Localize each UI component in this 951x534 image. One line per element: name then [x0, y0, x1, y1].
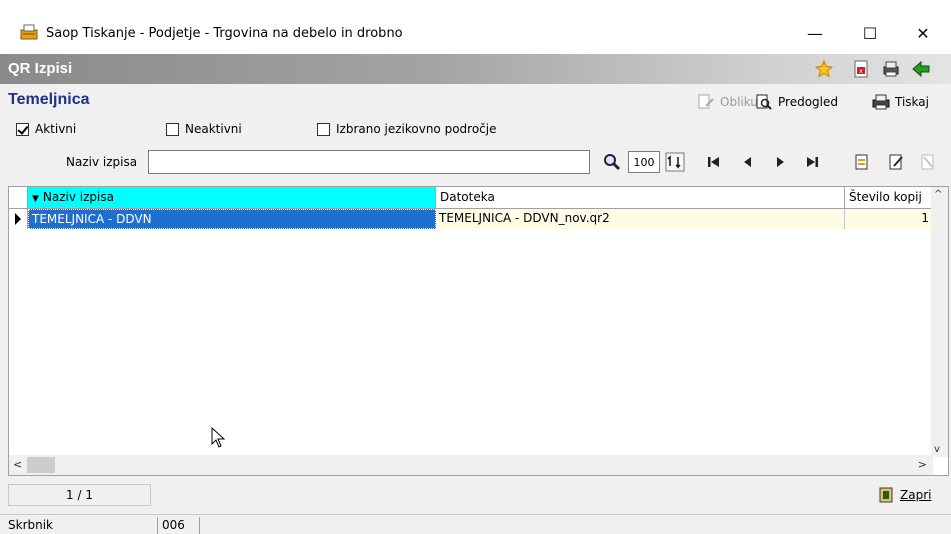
horizontal-scrollbar[interactable]: < > [9, 455, 933, 475]
module-title: QR Izpisi [8, 60, 73, 77]
column-header-file[interactable]: Datoteka [436, 187, 845, 209]
column-header-name[interactable]: ▼ Naziv izpisa [28, 187, 436, 209]
status-bar: Skrbnik 006 [0, 514, 951, 534]
svg-text:x: x [859, 68, 863, 75]
title-bar: Saop Tiskanje - Podjetje - Trgovina na d… [0, 0, 951, 54]
language-checkbox[interactable]: Izbrano jezikovno področje [317, 122, 496, 136]
new-record-icon[interactable] [852, 152, 872, 172]
first-record-icon[interactable] [704, 152, 724, 172]
edit-button[interactable]: Oblikuj [697, 92, 761, 112]
window-title: Saop Tiskanje - Podjetje - Trgovina na d… [46, 26, 403, 41]
minimize-button[interactable]: — [792, 18, 838, 48]
close-window-button[interactable]: ✕ [900, 18, 946, 48]
active-checkbox-label: Aktivni [35, 122, 77, 136]
inactive-checkbox-label: Neaktivni [185, 122, 242, 136]
close-button-label: Zapri [900, 488, 932, 502]
active-checkbox-box[interactable] [16, 122, 29, 136]
row-indicator-icon [9, 209, 28, 229]
edit-record-icon[interactable] [886, 152, 906, 172]
maximize-button[interactable]: ☐ [847, 18, 893, 48]
panel-title: Temeljnica [8, 91, 90, 108]
status-code: 006 [160, 517, 200, 534]
indicator-header [9, 187, 28, 209]
mouse-cursor-icon [211, 426, 227, 452]
scroll-right-icon[interactable]: > [918, 458, 927, 471]
scroll-down-icon[interactable]: v [934, 444, 940, 455]
module-header: QR Izpisi x [0, 54, 951, 84]
printer-stack-icon[interactable] [882, 60, 900, 78]
exit-arrow-icon[interactable] [912, 60, 930, 78]
app-icon [20, 24, 38, 40]
printer-icon [872, 94, 890, 110]
search-label: Naziv izpisa [66, 155, 138, 169]
table-row-name[interactable]: TEMELJNICA - DDVN [28, 209, 436, 229]
sort-desc-icon: ▼ [32, 194, 39, 204]
exit-door-icon [879, 487, 893, 503]
scroll-left-icon[interactable]: < [13, 458, 22, 471]
table-row-copies[interactable]: 1 [845, 209, 933, 229]
status-message [202, 517, 951, 534]
status-user: Skrbnik [6, 517, 158, 534]
search-input[interactable] [148, 150, 590, 174]
column-header-copies[interactable]: Število kopij [845, 187, 933, 209]
close-button[interactable]: Zapri [876, 484, 931, 506]
next-record-icon[interactable] [770, 152, 790, 172]
favorite-star-icon[interactable] [815, 60, 833, 78]
scroll-up-icon[interactable]: ^ [934, 189, 942, 200]
grid-header: ▼ Naziv izpisa Datoteka Število kopij [9, 187, 948, 209]
print-button-label: Tiskaj [895, 95, 929, 109]
previous-record-icon[interactable] [738, 152, 758, 172]
search-icon[interactable] [602, 152, 622, 172]
inactive-checkbox-box[interactable] [166, 122, 179, 136]
print-button[interactable]: Tiskaj [872, 92, 929, 112]
inactive-checkbox[interactable]: Neaktivni [166, 122, 242, 136]
vertical-scrollbar[interactable]: ^ v [931, 187, 948, 457]
zoom-value[interactable]: 100 [628, 151, 660, 173]
record-pager: 1 / 1 [8, 484, 151, 506]
delete-record-icon[interactable] [918, 152, 938, 172]
scrollbar-thumb[interactable] [27, 457, 55, 473]
pdf-icon[interactable]: x [852, 60, 870, 78]
table-row-file[interactable]: TEMELJNICA - DDVN_nov.qr2 [436, 209, 845, 229]
print-preview-icon [756, 94, 772, 110]
preview-button[interactable]: Predogled [755, 92, 838, 112]
last-record-icon[interactable] [802, 152, 822, 172]
sort-toggle-icon[interactable] [664, 151, 686, 173]
edit-document-icon [698, 94, 714, 109]
reports-grid[interactable]: ▼ Naziv izpisa Datoteka Število kopij TEM… [8, 186, 949, 476]
language-checkbox-box[interactable] [317, 122, 330, 136]
preview-button-label: Predogled [778, 95, 838, 109]
language-checkbox-label: Izbrano jezikovno področje [336, 122, 497, 136]
active-checkbox[interactable]: Aktivni [16, 122, 76, 136]
